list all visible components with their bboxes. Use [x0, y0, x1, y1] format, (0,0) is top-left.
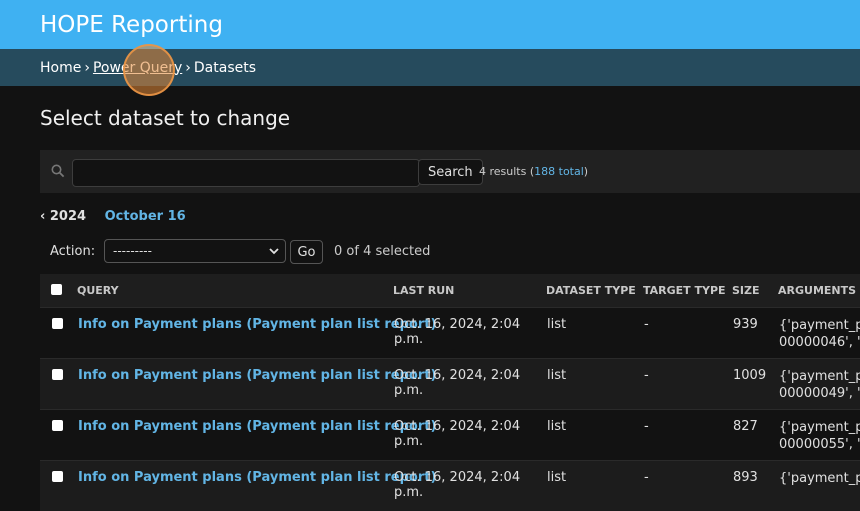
results-close: ) — [584, 165, 588, 178]
column-header-size[interactable]: Size — [732, 274, 778, 308]
arguments-cell: {'payment_pla00000046', 'bu — [778, 308, 860, 359]
search-input[interactable] — [72, 159, 420, 187]
site-brand[interactable]: HOPE Reporting — [40, 12, 223, 38]
table-row: Info on Payment plans (Payment plan list… — [40, 410, 860, 461]
target-type-cell: - — [643, 461, 732, 511]
breadcrumb-current: Datasets — [194, 60, 256, 76]
arguments-line: {'payment_pla — [779, 419, 860, 436]
selected-count: 0 of 4 selected — [334, 244, 430, 259]
column-header-query[interactable]: Query — [77, 274, 393, 308]
select-all-checkbox[interactable] — [51, 284, 62, 295]
size-cell: 827 — [732, 410, 778, 461]
search-icon — [51, 164, 65, 182]
size-cell: 1009 — [732, 359, 778, 410]
go-button[interactable]: Go — [290, 240, 323, 264]
actions-bar: Action: --------- Go 0 of 4 selected — [40, 237, 860, 273]
table-row: Info on Payment plans (Payment plan list… — [40, 359, 860, 410]
dataset-type-cell: list — [546, 410, 643, 461]
action-label: Action: — [50, 244, 95, 259]
cursor-highlight — [123, 44, 175, 96]
column-header-dataset-type[interactable]: Dataset type — [546, 274, 643, 308]
breadcrumb-home[interactable]: Home — [40, 60, 81, 76]
chevron-down-icon — [268, 244, 280, 261]
dataset-type-cell: list — [546, 461, 643, 511]
site-header: HOPE Reporting — [0, 0, 860, 49]
arguments-cell: {'payment_pla00000049', 'bu — [778, 359, 860, 410]
last-run-cell: Oct. 16, 2024, 2:04 p.m. — [393, 359, 546, 410]
arguments-cell: {'payment_pla — [778, 461, 860, 511]
last-run-cell: Oct. 16, 2024, 2:04 p.m. — [393, 461, 546, 511]
results-summary: 4 results (188 total) — [479, 165, 588, 178]
arguments-cell: {'payment_pla00000055', 'bu — [778, 410, 860, 461]
row-checkbox[interactable] — [52, 369, 63, 380]
arguments-line: 00000055', 'bu — [779, 436, 860, 453]
action-selected-value: --------- — [113, 244, 152, 258]
column-header-arguments[interactable]: Arguments — [778, 274, 860, 308]
arguments-line: 00000046', 'bu — [779, 334, 860, 351]
action-select[interactable]: --------- — [104, 239, 286, 263]
row-checkbox[interactable] — [52, 420, 63, 431]
total-link[interactable]: 188 total — [534, 165, 584, 178]
breadcrumb-separator: › — [84, 60, 90, 76]
row-checkbox[interactable] — [52, 318, 63, 329]
target-type-cell: - — [643, 410, 732, 461]
row-checkbox[interactable] — [52, 471, 63, 482]
query-link[interactable]: Info on Payment plans (Payment plan list… — [78, 317, 436, 332]
target-type-cell: - — [643, 359, 732, 410]
results-table: Query Last run Dataset type Target type … — [40, 274, 860, 511]
table-row: Info on Payment plans (Payment plan list… — [40, 461, 860, 511]
arguments-line: {'payment_pla — [779, 470, 860, 487]
date-month[interactable]: October 16 — [105, 209, 186, 224]
arguments-line: {'payment_pla — [779, 317, 860, 334]
query-link[interactable]: Info on Payment plans (Payment plan list… — [78, 470, 436, 485]
dataset-type-cell: list — [546, 359, 643, 410]
size-cell: 939 — [732, 308, 778, 359]
column-header-target-type[interactable]: Target type — [643, 274, 732, 308]
target-type-cell: - — [643, 308, 732, 359]
query-link[interactable]: Info on Payment plans (Payment plan list… — [78, 368, 436, 383]
arguments-line: 00000049', 'bu — [779, 385, 860, 402]
date-back-year[interactable]: ‹ 2024 — [40, 209, 86, 224]
last-run-cell: Oct. 16, 2024, 2:04 p.m. — [393, 308, 546, 359]
search-button[interactable]: Search — [418, 159, 483, 185]
query-link[interactable]: Info on Payment plans (Payment plan list… — [78, 419, 436, 434]
page-title: Select dataset to change — [40, 106, 290, 130]
arguments-line: {'payment_pla — [779, 368, 860, 385]
date-hierarchy: ‹ 2024 October 16 — [40, 209, 186, 224]
table-header: Query Last run Dataset type Target type … — [40, 274, 860, 308]
column-header-last-run[interactable]: Last run — [393, 274, 546, 308]
breadcrumb-separator: › — [185, 60, 191, 76]
size-cell: 893 — [732, 461, 778, 511]
results-count: 4 results ( — [479, 165, 534, 178]
last-run-cell: Oct. 16, 2024, 2:04 p.m. — [393, 410, 546, 461]
search-toolbar: Search 4 results (188 total) — [40, 150, 860, 193]
dataset-type-cell: list — [546, 308, 643, 359]
table-row: Info on Payment plans (Payment plan list… — [40, 308, 860, 359]
